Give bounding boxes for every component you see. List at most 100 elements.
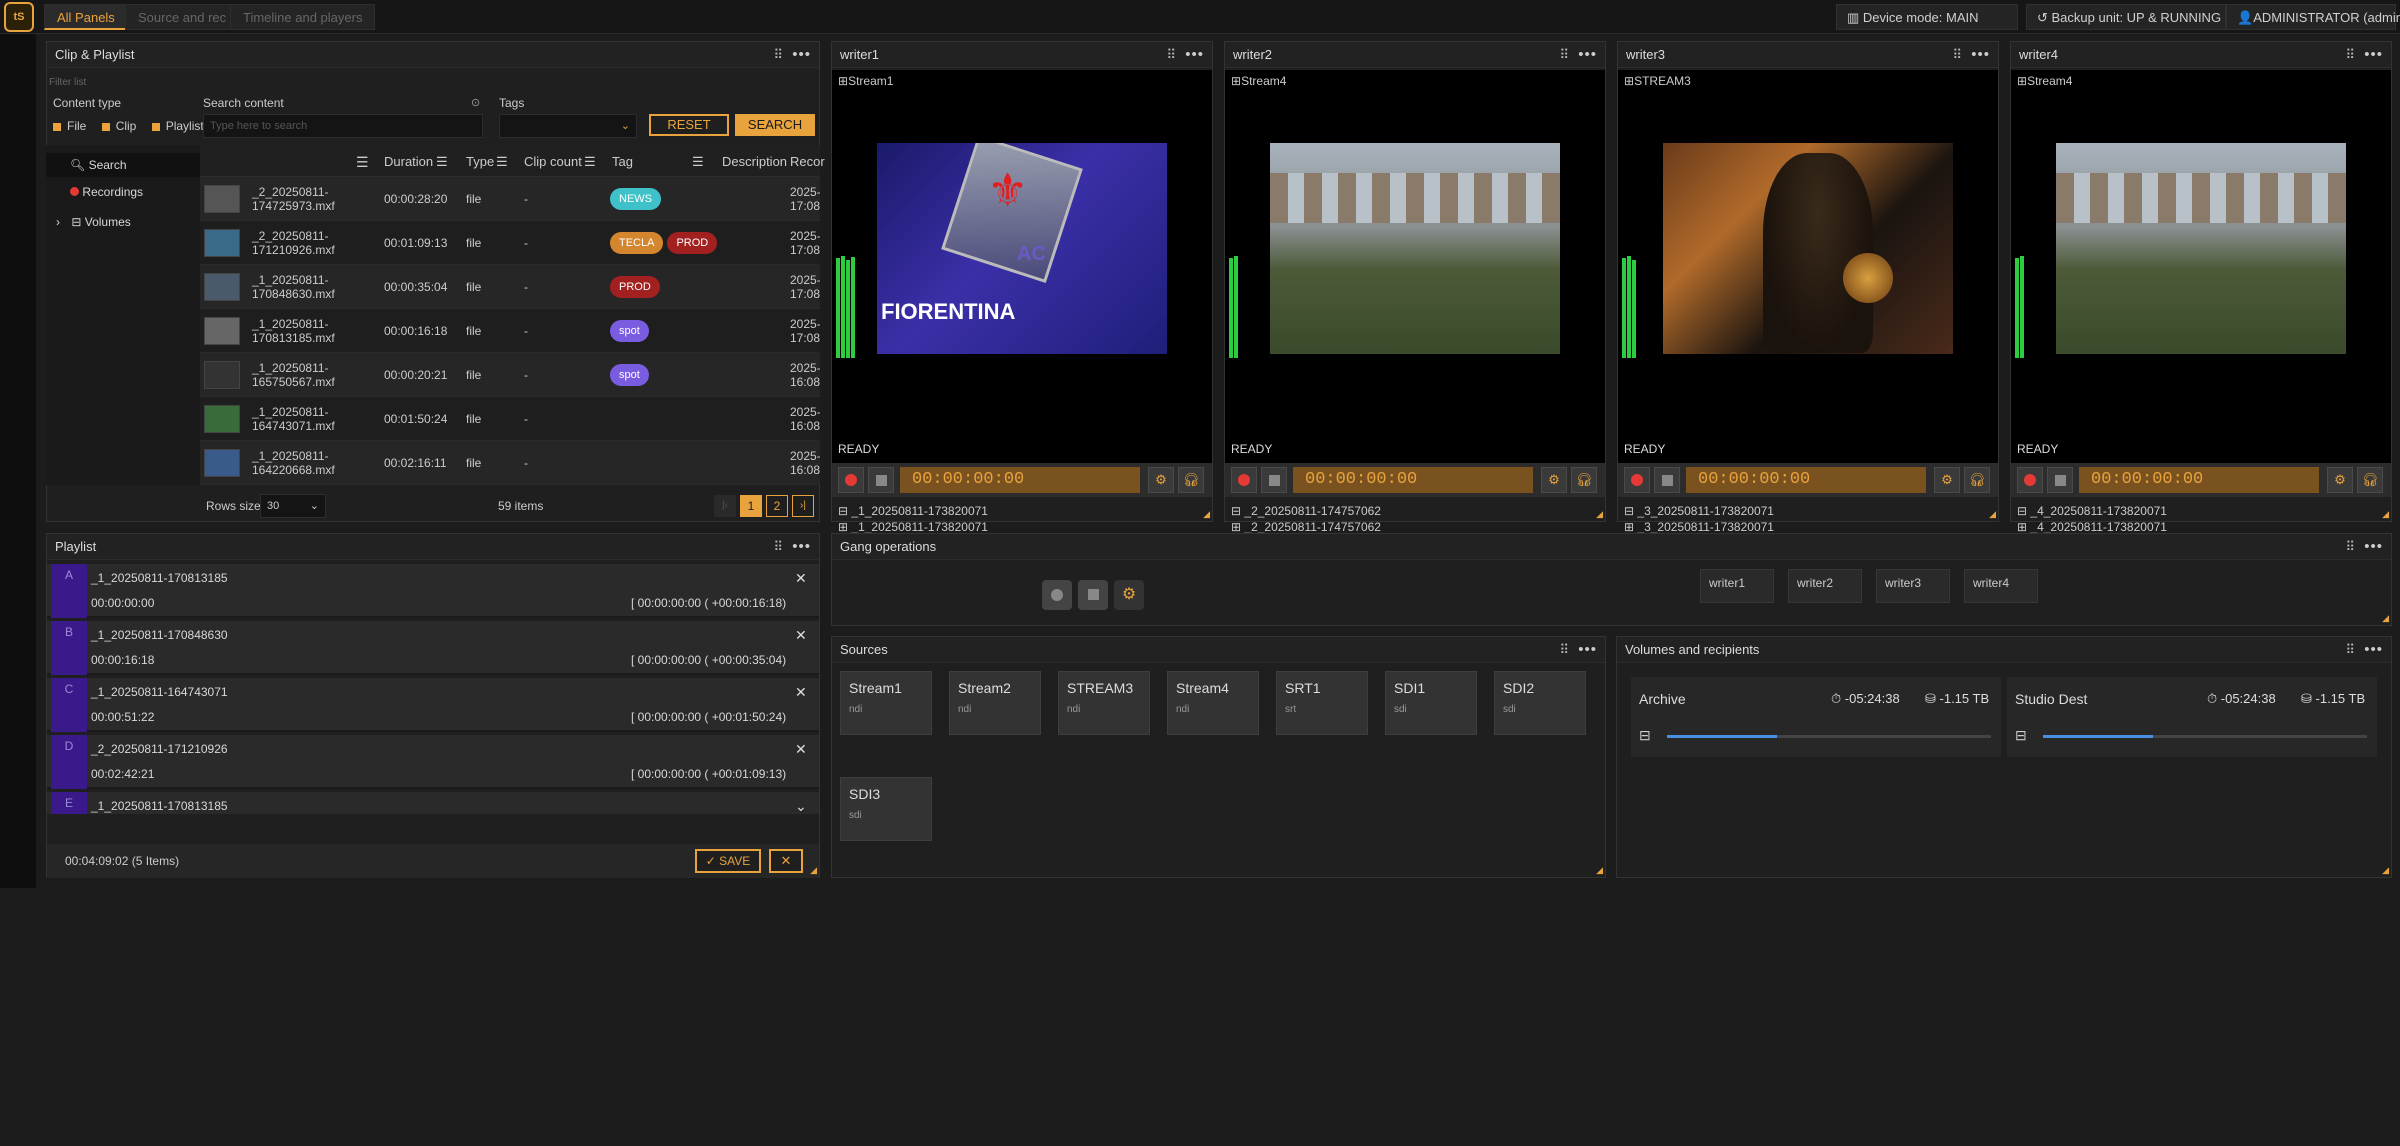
record-button[interactable] — [1624, 467, 1650, 493]
video-preview[interactable]: ⊞STREAM3 READY — [1618, 70, 1998, 465]
drag-handle-icon[interactable]: ⠿ — [773, 534, 783, 560]
record-button[interactable] — [2017, 467, 2043, 493]
settings-button[interactable]: ⚙ — [1148, 467, 1174, 493]
resize-handle-icon[interactable]: ◢ — [1596, 865, 1603, 876]
device-mode-status[interactable]: ▥ Device mode: MAIN — [1836, 4, 2018, 30]
source-card[interactable]: SDI1 sdi — [1385, 671, 1477, 735]
tags-select[interactable]: ⌄ — [499, 114, 637, 138]
video-preview[interactable]: ⊞Stream1 ⚜ AC FIORENTINA READY — [832, 70, 1212, 465]
drag-handle-icon[interactable]: ⠿ — [773, 42, 783, 68]
video-preview[interactable]: ⊞Stream4 READY — [1225, 70, 1605, 465]
column-menu-icon[interactable]: ☰ — [436, 154, 448, 170]
resize-handle-icon[interactable]: ◢ — [1203, 509, 1210, 520]
record-button[interactable] — [1231, 467, 1257, 493]
stream-label[interactable]: ⊞Stream4 — [1231, 74, 1286, 88]
remove-item-icon[interactable]: ✕ — [795, 570, 807, 587]
tab-source-and-rec[interactable]: Source and rec — [125, 4, 240, 30]
remove-item-icon[interactable]: ✕ — [795, 741, 807, 758]
drag-handle-icon[interactable]: ⠿ — [2345, 534, 2355, 560]
more-menu-icon[interactable]: ••• — [1185, 42, 1204, 68]
stop-button[interactable] — [1261, 467, 1287, 493]
gang-writer3[interactable]: writer3 — [1876, 569, 1950, 603]
resize-handle-icon[interactable]: ◢ — [2382, 509, 2389, 520]
nav-volumes[interactable]: › ⊟ Volumes — [56, 215, 131, 229]
chevron-down-icon[interactable]: ⌄ — [795, 798, 807, 814]
gang-writer2[interactable]: writer2 — [1788, 569, 1862, 603]
resize-handle-icon[interactable]: ◢ — [1989, 509, 1996, 520]
resize-handle-icon[interactable]: ◢ — [1596, 509, 1603, 520]
gang-writer1[interactable]: writer1 — [1700, 569, 1774, 603]
settings-button[interactable]: ⚙ — [1541, 467, 1567, 493]
drag-handle-icon[interactable]: ⠿ — [1559, 637, 1569, 663]
nav-recordings[interactable]: Recordings — [70, 185, 143, 199]
playlist-item[interactable]: E _1_20250811-170813185 [ ⌄ — [47, 792, 819, 814]
page-2-button[interactable]: 2 — [766, 495, 788, 517]
drag-handle-icon[interactable]: ⠿ — [1952, 42, 1962, 68]
remove-item-icon[interactable]: ✕ — [795, 684, 807, 701]
stop-button[interactable] — [1654, 467, 1680, 493]
volume-card[interactable]: Archive ⏱ -05:24:38 ⛁ -1.15 TB ⊟ — [1631, 677, 2001, 757]
source-card[interactable]: SDI2 sdi — [1494, 671, 1586, 735]
drag-handle-icon[interactable]: ⠿ — [1166, 42, 1176, 68]
remove-item-icon[interactable]: ✕ — [795, 627, 807, 644]
reset-button[interactable]: RESET — [649, 114, 729, 136]
col-description[interactable]: Description — [722, 154, 787, 169]
table-row[interactable]: _2_20250811-171210926.mxf 00:01:09:13 fi… — [200, 221, 820, 265]
tab-timeline-and-players[interactable]: Timeline and players — [230, 4, 376, 30]
resize-handle-icon[interactable]: ◢ — [810, 865, 817, 876]
file-checkbox[interactable]: File — [53, 119, 86, 133]
playlist-item[interactable]: A _1_20250811-170813185 00:00:00:00 [ 00… — [47, 564, 819, 618]
video-preview[interactable]: ⊞Stream4 READY — [2011, 70, 2391, 465]
source-card[interactable]: STREAM3 ndi — [1058, 671, 1150, 735]
last-page-button[interactable]: ›| — [792, 495, 814, 517]
playlist-item[interactable]: D _2_20250811-171210926 00:02:42:21 [ 00… — [47, 735, 819, 789]
tab-all-panels[interactable]: All Panels — [44, 4, 128, 30]
column-menu-icon[interactable]: ☰ — [692, 154, 704, 170]
settings-button[interactable]: ⚙ — [1934, 467, 1960, 493]
source-card[interactable]: Stream4 ndi — [1167, 671, 1259, 735]
col-duration[interactable]: Duration — [384, 154, 433, 169]
headphones-button[interactable]: 🎧︎ — [1178, 467, 1204, 493]
table-row[interactable]: _1_20250811-164743071.mxf 00:01:50:24 fi… — [200, 397, 820, 441]
resize-handle-icon[interactable]: ◢ — [2382, 865, 2389, 876]
table-row[interactable]: _1_20250811-170813185.mxf 00:00:16:18 fi… — [200, 309, 820, 353]
first-page-button[interactable]: |‹ — [714, 495, 736, 517]
search-input[interactable]: Type here to search — [203, 114, 483, 138]
resize-handle-icon[interactable]: ◢ — [2382, 613, 2389, 624]
playlist-checkbox[interactable]: Playlist — [151, 119, 204, 133]
nav-search[interactable]: 🔍︎ Search — [46, 153, 200, 177]
gang-stop-button[interactable] — [1078, 580, 1108, 610]
source-card[interactable]: Stream1 ndi — [840, 671, 932, 735]
clip-checkbox[interactable]: Clip — [101, 119, 136, 133]
playlist-item[interactable]: C _1_20250811-164743071 00:00:51:22 [ 00… — [47, 678, 819, 732]
source-card[interactable]: SRT1 srt — [1276, 671, 1368, 735]
column-menu-icon[interactable]: ☰ — [496, 154, 508, 170]
stream-label[interactable]: ⊞Stream1 — [838, 74, 893, 88]
more-menu-icon[interactable]: ••• — [2364, 42, 2383, 68]
more-menu-icon[interactable]: ••• — [792, 42, 811, 68]
more-menu-icon[interactable]: ••• — [1578, 637, 1597, 663]
record-button[interactable] — [838, 467, 864, 493]
rows-size-select[interactable]: 30 ⌄ — [260, 494, 326, 518]
gang-writer4[interactable]: writer4 — [1964, 569, 2038, 603]
headphones-button[interactable]: 🎧︎ — [1571, 467, 1597, 493]
search-button[interactable]: SEARCH — [735, 114, 815, 136]
playlist-item[interactable]: B _1_20250811-170848630 00:00:16:18 [ 00… — [47, 621, 819, 675]
backup-unit-status[interactable]: ↺ Backup unit: UP & RUNNING — [2026, 4, 2226, 30]
discard-button[interactable]: ✕ — [769, 849, 803, 873]
col-type[interactable]: Type — [466, 154, 494, 169]
table-row[interactable]: _1_20250811-165750567.mxf 00:00:20:21 fi… — [200, 353, 820, 397]
more-menu-icon[interactable]: ••• — [1971, 42, 1990, 68]
gang-record-button[interactable] — [1042, 580, 1072, 610]
drag-handle-icon[interactable]: ⠿ — [1559, 42, 1569, 68]
user-menu[interactable]: 👤ADMINISTRATOR (admins) — [2226, 4, 2400, 30]
col-recorded[interactable]: Recor — [790, 154, 825, 169]
drag-handle-icon[interactable]: ⠿ — [2345, 42, 2355, 68]
table-row[interactable]: _1_20250811-164220668.mxf 00:02:16:11 fi… — [200, 441, 820, 485]
gang-settings-button[interactable]: ⚙ — [1114, 580, 1144, 610]
stop-button[interactable] — [2047, 467, 2073, 493]
col-clip-count[interactable]: Clip count — [524, 154, 582, 169]
stream-label[interactable]: ⊞STREAM3 — [1624, 74, 1691, 88]
source-card[interactable]: Stream2 ndi — [949, 671, 1041, 735]
stop-button[interactable] — [868, 467, 894, 493]
